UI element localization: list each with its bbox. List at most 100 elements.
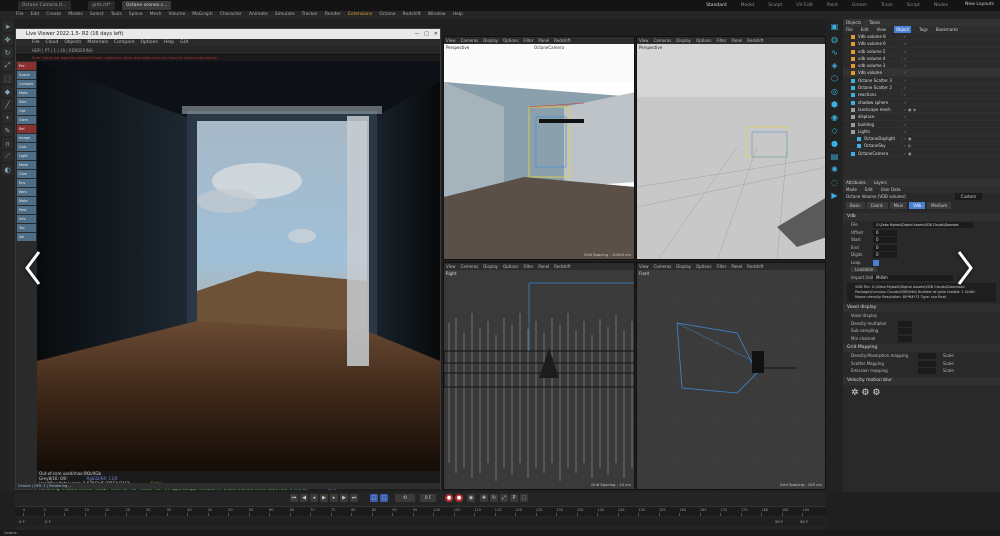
- object-row[interactable]: Octane Scatter 2 ⁚ ✓: [843, 84, 1000, 92]
- lv-menu-compare[interactable]: Compare: [114, 39, 134, 46]
- tab-attributes[interactable]: Attributes: [846, 179, 866, 186]
- obj-menu-file[interactable]: File: [846, 26, 853, 33]
- prev-frame-icon[interactable]: ◂: [310, 494, 318, 502]
- close-icon[interactable]: ✕: [434, 31, 438, 37]
- vp-menu-display[interactable]: Display: [676, 263, 691, 270]
- range-end2-label[interactable]: 90 F: [800, 519, 808, 524]
- cylinder-icon[interactable]: ◍: [829, 34, 840, 45]
- object-row[interactable]: displace ⁚ ✓: [843, 113, 1000, 121]
- loop-icon[interactable]: ⟲: [395, 494, 415, 502]
- doc-tab-grds[interactable]: grds.rtt*: [88, 1, 115, 10]
- menu-select[interactable]: Select: [90, 11, 104, 19]
- vp-menu-filter[interactable]: Filter: [523, 37, 533, 44]
- object-row[interactable]: landscape mesh ⁚ ✓ ● ◉: [843, 106, 1000, 114]
- vp-menu-display[interactable]: Display: [676, 37, 691, 44]
- menu-volume[interactable]: Volume: [169, 11, 186, 19]
- maximize-icon[interactable]: □: [424, 31, 429, 37]
- side-item[interactable]: Mate: [17, 197, 36, 205]
- side-item[interactable]: Image: [17, 134, 36, 142]
- attr-tab-main[interactable]: Main: [889, 202, 908, 209]
- attr-tab-coord[interactable]: Coord.: [866, 202, 888, 209]
- subsampling-input[interactable]: [898, 328, 912, 334]
- start-input[interactable]: 0: [873, 237, 897, 243]
- layout-paint[interactable]: Paint: [827, 0, 838, 11]
- scene-icon[interactable]: ◉: [829, 112, 840, 123]
- menu-extensions[interactable]: Extensions: [348, 11, 372, 19]
- layout-script[interactable]: Script: [907, 0, 920, 11]
- vp-menu-filter[interactable]: Filter: [716, 37, 726, 44]
- vp-menu-cameras[interactable]: Cameras: [654, 37, 672, 44]
- side-item[interactable]: Mate: [17, 89, 36, 97]
- file-path-input[interactable]: G:\Zeba Mybaki\Digital Assets\VDB Clouds…: [873, 222, 973, 228]
- side-item[interactable]: Kern: [17, 188, 36, 196]
- vp-menu-display[interactable]: Display: [483, 37, 498, 44]
- side-item[interactable]: Gizm: [17, 116, 36, 124]
- menu-modes[interactable]: Modes: [68, 11, 83, 19]
- object-row[interactable]: shadow sphere ⁚ ✓: [843, 99, 1000, 106]
- viewport-perspective-camera[interactable]: View Cameras Display Options Filter Pane…: [443, 36, 635, 260]
- menu-render[interactable]: Render: [325, 11, 341, 19]
- custom-dropdown[interactable]: Custom: [954, 193, 982, 200]
- rot-key-icon[interactable]: ↻: [490, 494, 498, 502]
- section-grid-mapping[interactable]: Grid Mapping: [843, 344, 1000, 352]
- attr-tab-medium[interactable]: Medium: [927, 202, 952, 209]
- menu-tracker[interactable]: Tracker: [302, 11, 318, 19]
- object-row[interactable]: OctaneCamera ⁚ ✓ ●: [843, 150, 1000, 158]
- param-key-icon[interactable]: P: [510, 494, 518, 502]
- vp-menu-options[interactable]: Options: [696, 263, 711, 270]
- record-icon[interactable]: ●: [445, 494, 453, 502]
- side-item[interactable]: Tex: [17, 224, 36, 232]
- vp-menu-view[interactable]: View: [446, 263, 456, 270]
- side-item[interactable]: Pre: [17, 62, 36, 70]
- vp-menu-panel[interactable]: Panel: [731, 263, 742, 270]
- edge-icon[interactable]: ╱: [2, 99, 13, 110]
- menu-edit[interactable]: Edit: [31, 11, 40, 19]
- mograph-icon[interactable]: ⬢: [829, 99, 840, 110]
- section-voxel-display[interactable]: Voxel display: [843, 304, 1000, 312]
- side-item[interactable]: Compile: [17, 80, 36, 88]
- knife-icon[interactable]: ⟋: [2, 151, 13, 162]
- magnet-icon[interactable]: ∩: [2, 138, 13, 149]
- paint-icon[interactable]: ◐: [2, 164, 13, 175]
- timeline-ruler[interactable]: 0 5 10 15 20 25 30 35 40 45 50 55 60 65 70 75 80 85 90 95 10…: [15, 506, 826, 516]
- vp-menu-view[interactable]: View: [639, 263, 649, 270]
- attr-menu-userdata[interactable]: User Data: [881, 186, 901, 193]
- side-item[interactable]: Mesh: [17, 161, 36, 169]
- next-frame-icon[interactable]: ▸: [330, 494, 338, 502]
- menu-help[interactable]: Help: [453, 11, 463, 19]
- lv-menu-cloud[interactable]: Cloud: [46, 39, 59, 46]
- gear-icon[interactable]: ✲ ⚙ ⚙: [843, 385, 1000, 401]
- chevron-right-icon[interactable]: [950, 248, 980, 288]
- vp-menu-options[interactable]: Options: [503, 263, 518, 270]
- new-layout-button[interactable]: New Layouts: [965, 2, 994, 7]
- object-row[interactable]: vdb volume 3 ⁚ ✓: [843, 62, 1000, 70]
- vp-menu-panel[interactable]: Panel: [538, 263, 549, 270]
- vp-menu-redshift[interactable]: Redshift: [747, 263, 763, 270]
- lv-menu-file[interactable]: File: [32, 39, 40, 46]
- offset-input[interactable]: 0: [873, 229, 897, 236]
- tag-icon[interactable]: ◇: [829, 125, 840, 136]
- vp-menu-cameras[interactable]: Cameras: [461, 263, 479, 270]
- material-icon[interactable]: ●: [829, 138, 840, 149]
- go-start-icon[interactable]: ⏮: [290, 494, 298, 502]
- nurbs-icon[interactable]: ◈: [829, 60, 840, 71]
- live-viewer-toolbar[interactable]: HDR | PT | 1 | 16 | RENDERING: [16, 46, 440, 55]
- vp-menu-cameras[interactable]: Cameras: [654, 263, 672, 270]
- vp-menu-redshift[interactable]: Redshift: [747, 37, 763, 44]
- layout-sculpt[interactable]: Sculpt: [768, 0, 782, 11]
- attr-menu-edit[interactable]: Edit: [865, 186, 873, 193]
- layout-uvedit[interactable]: UV Edit: [796, 0, 813, 11]
- menu-window[interactable]: Window: [428, 11, 446, 19]
- go-end-icon[interactable]: ⏭: [350, 494, 358, 502]
- vp-menu-panel[interactable]: Panel: [538, 37, 549, 44]
- object-row[interactable]: reactions ⁚ ✓: [843, 91, 1000, 99]
- side-item[interactable]: Light: [17, 152, 36, 160]
- layout-groom[interactable]: Groom: [852, 0, 867, 11]
- vp-menu-view[interactable]: View: [446, 37, 456, 44]
- viewport-front[interactable]: View Cameras Display Options Filter Pane…: [636, 262, 826, 490]
- side-item[interactable]: Scene: [17, 71, 36, 79]
- scale-icon[interactable]: ⤢: [2, 60, 13, 71]
- play-icon[interactable]: ▶: [320, 494, 328, 502]
- menu-tools[interactable]: Tools: [111, 11, 122, 19]
- tab-objects[interactable]: Objects: [846, 19, 861, 26]
